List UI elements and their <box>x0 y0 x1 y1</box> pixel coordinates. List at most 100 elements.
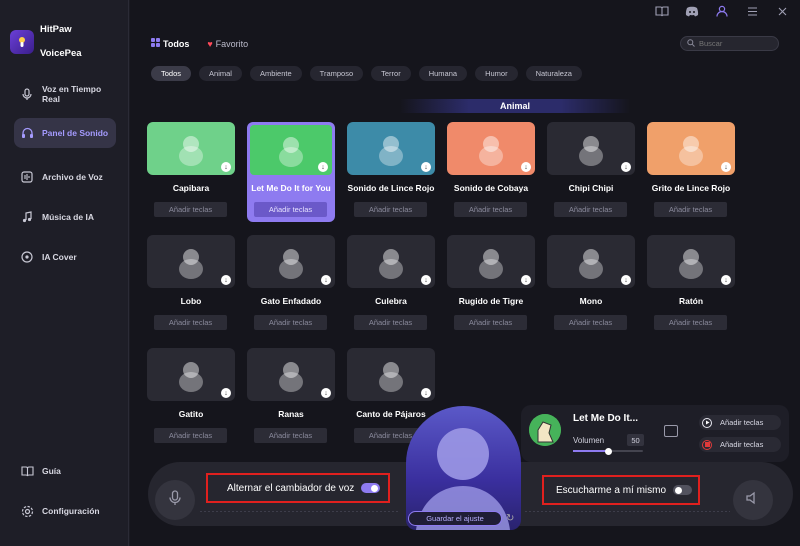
sound-card[interactable]: ↓ Culebra Añadir teclas <box>347 235 435 335</box>
sound-thumbnail[interactable]: ↓ <box>147 235 235 288</box>
sidebar-item-ai-cover[interactable]: IA Cover <box>14 244 116 270</box>
filter-chip-human[interactable]: Humana <box>418 66 468 81</box>
add-keys-button[interactable]: Añadir teclas <box>254 315 327 330</box>
discord-icon[interactable] <box>684 4 700 18</box>
now-playing-panel <box>521 405 789 462</box>
add-keys-button[interactable]: Añadir teclas <box>254 202 327 217</box>
sound-card[interactable]: ↓ Rugido de Tigre Añadir teclas <box>447 235 535 335</box>
volume-slider[interactable] <box>573 447 643 455</box>
tab-all[interactable]: Todos <box>151 38 189 49</box>
sound-card[interactable]: ↓ Capibara Añadir teclas <box>147 122 235 222</box>
add-keys-button[interactable]: Añadir teclas <box>554 202 627 217</box>
add-keys-button[interactable]: Añadir teclas <box>154 315 227 330</box>
add-keys-button[interactable]: Añadir teclas <box>354 315 427 330</box>
sound-thumbnail[interactable]: ↓ <box>447 235 535 288</box>
sound-thumbnail[interactable]: ↓ <box>347 348 435 401</box>
sidebar-item-guide[interactable]: Guía <box>14 458 116 484</box>
add-keys-button[interactable]: Añadir teclas <box>154 202 227 217</box>
sound-thumbnail[interactable]: ↓ <box>347 235 435 288</box>
sound-thumbnail[interactable]: ↓ <box>547 122 635 175</box>
sound-card[interactable]: ↓ Sonido de Lince Rojo Añadir teclas <box>347 122 435 222</box>
volume-value[interactable]: 50 <box>627 434 644 446</box>
close-icon[interactable] <box>774 4 790 18</box>
headphones-icon <box>20 126 34 140</box>
sound-card[interactable]: ↓ Lobo Añadir teclas <box>147 235 235 335</box>
sound-thumbnail[interactable]: ↓ <box>447 122 535 175</box>
download-icon[interactable]: ↓ <box>421 275 431 285</box>
volume-slider-handle[interactable] <box>604 447 612 455</box>
save-settings-button[interactable]: Guardar el ajuste <box>408 511 502 526</box>
window-controls <box>654 4 790 18</box>
add-keys-button[interactable]: Añadir teclas <box>254 428 327 443</box>
download-icon[interactable]: ↓ <box>221 275 231 285</box>
add-keys-button[interactable]: Añadir teclas <box>354 202 427 217</box>
download-icon[interactable]: ↓ <box>721 162 731 172</box>
sound-thumbnail[interactable]: ↓ <box>347 122 435 175</box>
add-keys-button[interactable]: Añadir teclas <box>654 202 727 217</box>
download-icon[interactable]: ↓ <box>421 388 431 398</box>
listen-switch[interactable] <box>673 485 693 495</box>
filter-chip-animal[interactable]: Animal <box>199 66 242 81</box>
filter-chip-trickster[interactable]: Tramposo <box>309 66 364 81</box>
refresh-icon[interactable]: ↻ <box>506 513 517 524</box>
voice-changer-switch[interactable] <box>361 483 381 493</box>
filter-chip-all[interactable]: Todos <box>151 66 192 81</box>
sound-card[interactable]: ↓ Gato Enfadado Añadir teclas <box>247 235 335 335</box>
filter-chip-humor[interactable]: Humor <box>475 66 518 81</box>
sound-card[interactable]: ↓ Chipi Chipi Añadir teclas <box>547 122 635 222</box>
speaker-button[interactable] <box>733 480 773 520</box>
microphone-button[interactable] <box>155 480 195 520</box>
download-icon[interactable]: ↓ <box>621 162 631 172</box>
sound-card[interactable]: ↓ Gatito Añadir teclas <box>147 348 235 448</box>
sound-card[interactable]: ↓ Mono Añadir teclas <box>547 235 635 335</box>
sidebar-item-sound-panel[interactable]: Panel de Sonido <box>14 118 116 148</box>
book-icon[interactable] <box>654 4 670 18</box>
now-playing-thumbnail <box>529 414 561 446</box>
sidebar-item-voice-file[interactable]: Archivo de Voz <box>14 164 116 190</box>
filter-chip-horror[interactable]: Terror <box>371 66 411 81</box>
filter-chip-ambient[interactable]: Ambiente <box>249 66 302 81</box>
add-keys-button[interactable]: Añadir teclas <box>454 315 527 330</box>
download-icon[interactable]: ↓ <box>321 275 331 285</box>
sound-card[interactable]: ↓ Ratón Añadir teclas <box>647 235 735 335</box>
download-icon[interactable]: ↓ <box>318 162 328 172</box>
sound-thumbnail[interactable]: ↓ <box>147 122 235 175</box>
voice-changer-label: Alternar el cambiador de voz <box>227 482 355 494</box>
download-icon[interactable]: ↓ <box>521 275 531 285</box>
download-icon[interactable]: ↓ <box>721 275 731 285</box>
add-keys-button[interactable]: Añadir teclas <box>654 315 727 330</box>
sidebar-item-settings[interactable]: Configuración <box>14 498 116 524</box>
device-icon[interactable] <box>664 425 678 437</box>
download-icon[interactable]: ↓ <box>321 388 331 398</box>
microphone-icon <box>168 489 182 511</box>
sidebar-item-realtime-voice[interactable]: Voz en Tiempo Real <box>14 78 116 110</box>
tab-favorites[interactable]: ♥ Favorito <box>207 38 248 49</box>
sidebar-item-ai-music[interactable]: Música de IA <box>14 204 116 230</box>
download-icon[interactable]: ↓ <box>221 162 231 172</box>
download-icon[interactable]: ↓ <box>221 388 231 398</box>
sound-card[interactable]: ↓ Grito de Lince Rojo Añadir teclas <box>647 122 735 222</box>
add-keys-button[interactable]: Añadir teclas <box>554 315 627 330</box>
sound-name: Gato Enfadado <box>260 296 322 306</box>
sound-card[interactable]: ↓ Sonido de Cobaya Añadir teclas <box>447 122 535 222</box>
sound-thumbnail[interactable]: ↓ <box>647 122 735 175</box>
stop-hotkey-button[interactable]: Añadir teclas <box>699 437 781 452</box>
sound-thumbnail[interactable]: ↓ <box>247 348 335 401</box>
sound-thumbnail[interactable]: ↓ <box>547 235 635 288</box>
download-icon[interactable]: ↓ <box>621 275 631 285</box>
sound-thumbnail[interactable]: ↓ <box>647 235 735 288</box>
add-keys-button[interactable]: Añadir teclas <box>454 202 527 217</box>
play-hotkey-button[interactable]: Añadir teclas <box>699 415 781 430</box>
sound-thumbnail[interactable]: ↓ <box>250 125 332 175</box>
filter-chip-nature[interactable]: Naturaleza <box>525 66 582 81</box>
download-icon[interactable]: ↓ <box>421 162 431 172</box>
add-keys-button[interactable]: Añadir teclas <box>154 428 227 443</box>
search-input[interactable] <box>699 39 769 48</box>
sound-card[interactable]: ↓ Let Me Do It for You Añadir teclas <box>247 122 335 222</box>
menu-icon[interactable] <box>744 4 760 18</box>
sound-thumbnail[interactable]: ↓ <box>247 235 335 288</box>
sound-card[interactable]: ↓ Ranas Añadir teclas <box>247 348 335 448</box>
user-icon[interactable] <box>714 4 730 18</box>
sound-thumbnail[interactable]: ↓ <box>147 348 235 401</box>
download-icon[interactable]: ↓ <box>521 162 531 172</box>
